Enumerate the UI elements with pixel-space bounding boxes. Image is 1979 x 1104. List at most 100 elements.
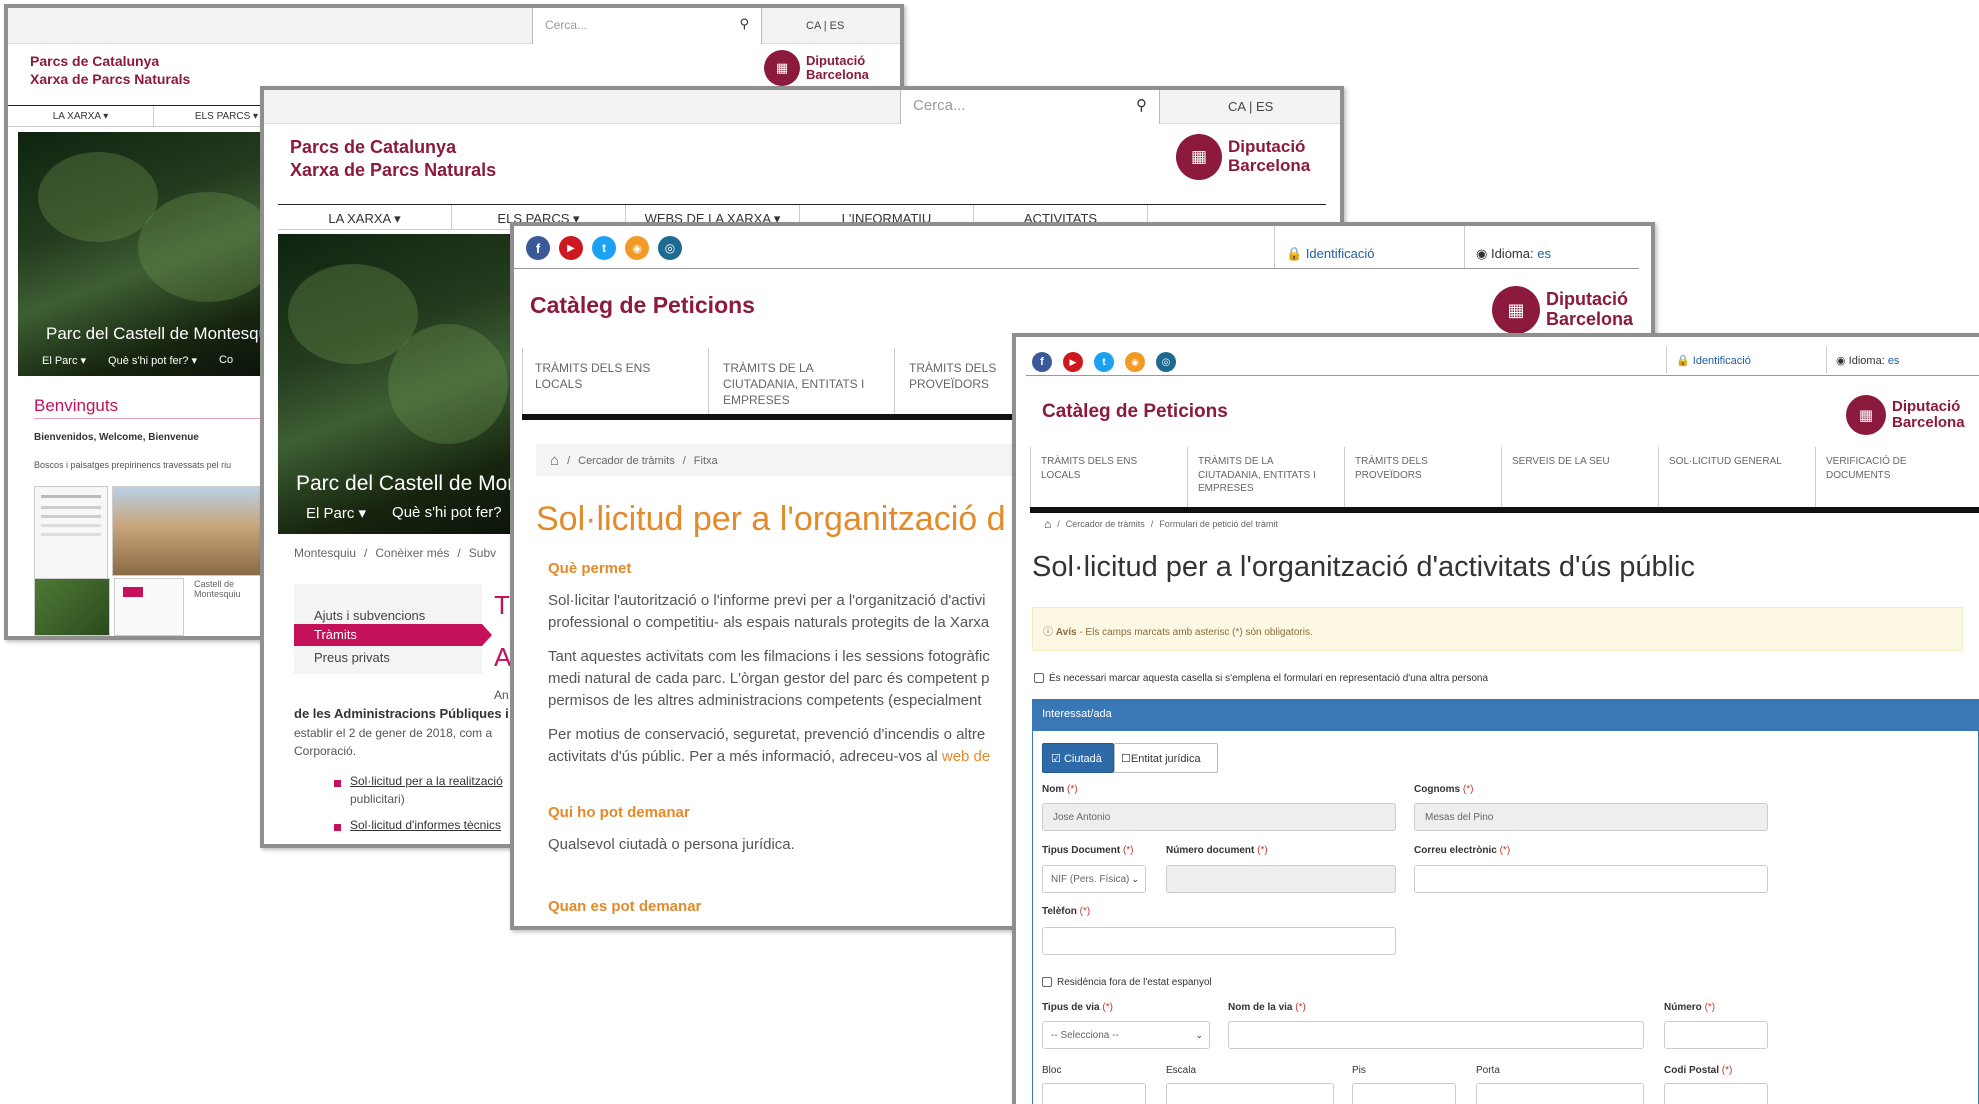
pis-label: Pis (1352, 1065, 1366, 1076)
facebook-icon[interactable]: f (526, 236, 550, 260)
search-icon[interactable]: ⚲ (1136, 96, 1147, 114)
tab-serveis-seu[interactable]: SERVEIS DE LA SEU (1501, 447, 1658, 507)
social-links: f ▶ t ◉ ◎ (1032, 352, 1176, 372)
side-tramits[interactable]: Tràmits (294, 624, 482, 646)
list-link-1[interactable]: Sol·licitud per a la realització (350, 774, 503, 788)
numero-input[interactable] (1664, 1021, 1768, 1049)
lang-ca[interactable]: CA (1228, 99, 1245, 114)
correu-input[interactable] (1414, 865, 1768, 893)
para2-line1: Tant aquestes activitats com les filmaci… (548, 648, 990, 665)
tab-ciutadania[interactable]: TRÀMITS DE LA CIUTADANIA, ENTITATS I EMP… (1187, 447, 1344, 507)
list-link-2[interactable]: Sol·licitud d'informes tècnics (350, 818, 501, 832)
bloc-input[interactable] (1042, 1083, 1146, 1104)
lock-icon: 🔒 (1286, 246, 1303, 261)
represent-checkbox[interactable] (1034, 673, 1044, 684)
nav-la-xarxa[interactable]: LA XARXA ▾ (8, 106, 154, 126)
home-icon[interactable]: ⌂ (550, 452, 559, 469)
cp-input[interactable] (1664, 1083, 1768, 1104)
residencia-label: Residència fora de l'estat espanyol (1057, 977, 1212, 988)
breadcrumb: Montesquiu / Conèixer més / Subv (294, 546, 496, 560)
instagram-icon[interactable]: ◎ (1156, 352, 1176, 372)
twitter-icon[interactable]: t (1094, 352, 1114, 372)
para1-line2: professional o competitiu- als espais na… (548, 614, 990, 631)
forest-photo[interactable] (34, 578, 110, 636)
language-switch[interactable]: CA | ES (806, 20, 844, 32)
tab-ciutadania[interactable]: TRÀMITS DE LA CIUTADANIA, ENTITATS I EMP… (708, 348, 894, 414)
rss-icon[interactable]: ◉ (625, 236, 649, 260)
residencia-checkbox-row[interactable]: Residència fora de l'estat espanyol (1042, 977, 1212, 988)
logos-thumbnail[interactable] (114, 578, 184, 636)
breadcrumb-cercador[interactable]: Cercador de tràmits (1066, 519, 1145, 529)
bullet-icon (334, 824, 341, 831)
search-icon[interactable]: ⚲ (739, 16, 749, 32)
side-ajuts[interactable]: Ajuts i subvencions (314, 608, 425, 623)
nom-via-input[interactable] (1228, 1021, 1644, 1049)
represent-checkbox-row[interactable]: És necessari marcar aquesta casella si s… (1034, 673, 1488, 684)
breadcrumb-subv[interactable]: Subv (469, 546, 496, 560)
language-selector[interactable]: ◉ Idioma: es (1476, 246, 1551, 262)
site-title[interactable]: Parcs de Catalunya Xarxa de Parcs Natura… (290, 136, 496, 183)
lang-es[interactable]: ES (1256, 99, 1273, 114)
instagram-icon[interactable]: ◎ (658, 236, 682, 260)
breadcrumb-montesquiu[interactable]: Montesquiu (294, 546, 356, 560)
nom-input[interactable]: Jose Antonio (1042, 803, 1396, 831)
hero-link-el-parc[interactable]: El Parc ▾ (42, 354, 86, 367)
catalog-title[interactable]: Catàleg de Peticions (1042, 401, 1228, 423)
facebook-icon[interactable]: f (1032, 352, 1052, 372)
hero-link-que-fer[interactable]: Què s'hi pot fer? (392, 504, 502, 522)
castle-photo[interactable] (112, 486, 264, 576)
escala-input[interactable] (1166, 1083, 1334, 1104)
lang-es[interactable]: ES (830, 20, 845, 32)
notice-box: ⓘ Avís - Els camps marcats amb asterisc … (1032, 607, 1963, 651)
tab-verificacio[interactable]: VERIFICACIÓ DE DOCUMENTS (1815, 447, 1972, 507)
tab-sollicitud-general[interactable]: SOL·LICITUD GENERAL (1658, 447, 1815, 507)
logo-line1: Diputació (1546, 289, 1629, 310)
tipus-via-select[interactable]: -- Selecciona -- ⌄ (1042, 1021, 1210, 1049)
brochure-thumbnail[interactable] (34, 486, 108, 584)
lang-ca[interactable]: CA (806, 20, 821, 32)
residencia-checkbox[interactable] (1042, 977, 1052, 988)
num-doc-input[interactable] (1166, 865, 1396, 893)
tab-ens-locals[interactable]: TRÀMITS DELS ENS LOCALS (1030, 447, 1187, 507)
entitat-toggle[interactable]: ☐Entitat jurídica (1114, 743, 1218, 773)
idioma-value[interactable]: es (1537, 246, 1551, 261)
diputacio-logo[interactable]: ▦ Diputació Barcelona (1492, 286, 1633, 334)
telefon-input[interactable] (1042, 927, 1396, 955)
search-input[interactable]: Cerca... ⚲ (900, 90, 1160, 124)
hero-link-co[interactable]: Co (219, 354, 233, 367)
youtube-icon[interactable]: ▶ (559, 236, 583, 260)
hero-link-que-fer[interactable]: Què s'hi pot fer? ▾ (108, 354, 197, 367)
site-title[interactable]: Parcs de Catalunya Xarxa de Parcs Natura… (30, 52, 190, 88)
catalog-title[interactable]: Catàleg de Peticions (530, 292, 755, 319)
login-link[interactable]: 🔒 Identificació (1286, 246, 1374, 262)
correu-label: Correu electrònic (*) (1414, 845, 1511, 856)
porta-input[interactable] (1476, 1083, 1644, 1104)
tab-proveidors[interactable]: TRÀMITS DELS PROVEÏDORS (1344, 447, 1501, 507)
language-selector[interactable]: ◉ Idioma: es (1836, 354, 1899, 367)
diputacio-logo[interactable]: ▦ Diputació Barcelona (1176, 134, 1310, 180)
youtube-icon[interactable]: ▶ (1063, 352, 1083, 372)
cp-label: Codi Postal (*) (1664, 1065, 1733, 1076)
page-heading: Sol·licitud per a l'organització d'activ… (1032, 551, 1695, 583)
rss-icon[interactable]: ◉ (1125, 352, 1145, 372)
breadcrumb-coneixer[interactable]: Conèixer més (375, 546, 449, 560)
search-input[interactable]: Cerca... ⚲ (532, 8, 762, 44)
tab-ens-locals[interactable]: TRÀMITS DELS ENS LOCALS (522, 348, 708, 414)
pis-input[interactable] (1352, 1083, 1456, 1104)
ciutada-toggle[interactable]: ☑ Ciutadà (1042, 743, 1114, 773)
nav-la-xarxa[interactable]: LA XARXA ▾ (278, 205, 452, 229)
web-link[interactable]: web de (942, 748, 990, 765)
diputacio-logo[interactable]: ▦ Diputació Barcelona (1846, 395, 1965, 435)
home-icon[interactable]: ⌂ (1044, 517, 1051, 531)
cognoms-input[interactable]: Mesas del Pino (1414, 803, 1768, 831)
login-link[interactable]: 🔒 Identificació (1676, 354, 1751, 367)
language-switch[interactable]: CA | ES (1228, 99, 1273, 114)
catalog-tabs: TRÀMITS DELS ENS LOCALS TRÀMITS DE LA CI… (1030, 447, 1979, 513)
tipus-doc-select[interactable]: NIF (Pers. Física) ⌄ (1042, 865, 1146, 893)
hero-link-el-parc[interactable]: El Parc ▾ (306, 504, 366, 522)
idioma-value[interactable]: es (1888, 355, 1900, 367)
side-preus[interactable]: Preus privats (314, 650, 390, 665)
diputacio-logo[interactable]: ▦ Diputació Barcelona (764, 50, 869, 86)
breadcrumb-cercador[interactable]: Cercador de tràmits (578, 455, 675, 467)
twitter-icon[interactable]: t (592, 236, 616, 260)
